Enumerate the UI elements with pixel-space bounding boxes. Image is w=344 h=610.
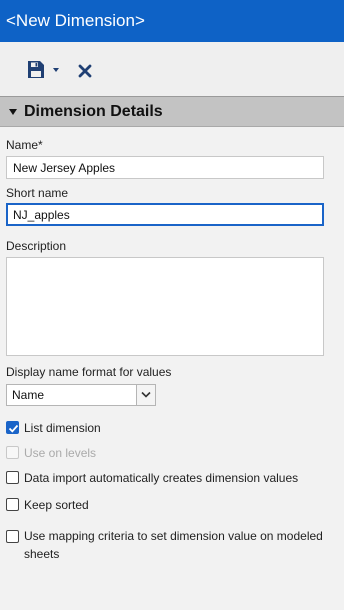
display-format-select[interactable]: Name	[6, 384, 156, 406]
toolbar	[0, 42, 344, 96]
caret-down-icon[interactable]	[53, 68, 59, 72]
checkbox-checked-icon[interactable]	[6, 421, 19, 434]
close-button[interactable]	[77, 63, 93, 79]
save-icon	[28, 61, 44, 78]
checkbox-icon[interactable]	[6, 446, 19, 459]
checkbox-label: Use mapping criteria to set dimension va…	[24, 529, 323, 561]
short-name-label: Short name	[6, 186, 69, 200]
checkbox-label: List dimension	[24, 421, 101, 435]
section-title: Dimension Details	[24, 103, 163, 120]
chevron-down-icon	[141, 391, 151, 398]
checkbox-keep-sorted[interactable]: Keep sorted	[6, 498, 336, 514]
collapse-triangle-icon	[9, 109, 17, 115]
checkbox-icon[interactable]	[6, 471, 19, 484]
dropdown-button[interactable]	[136, 385, 155, 405]
checkbox-label: Keep sorted	[24, 498, 89, 512]
checkbox-use-on-levels[interactable]: Use on levels	[6, 446, 336, 462]
name-label: Name*	[6, 138, 43, 152]
checkbox-label: Use on levels	[24, 446, 97, 460]
display-format-label: Display name format for values	[6, 365, 172, 379]
checkbox-data-import[interactable]: Data import automatically creates dimens…	[6, 471, 336, 487]
checkbox-use-mapping-criteria[interactable]: Use mapping criteria to set dimension va…	[6, 529, 336, 566]
name-field[interactable]	[6, 156, 324, 179]
checkbox-list-dimension[interactable]: List dimension	[6, 421, 336, 437]
description-textarea[interactable]	[6, 257, 324, 356]
checkbox-icon[interactable]	[6, 498, 19, 511]
section-header-dimension-details[interactable]: Dimension Details	[0, 96, 344, 127]
close-icon	[78, 64, 92, 78]
description-label: Description	[6, 239, 67, 253]
checkbox-label: Data import automatically creates dimens…	[24, 471, 299, 485]
checkbox-icon[interactable]	[6, 530, 19, 543]
window-title: <New Dimension>	[0, 0, 344, 42]
short-name-field[interactable]	[6, 203, 324, 226]
save-button[interactable]	[26, 60, 60, 82]
display-format-value: Name	[12, 388, 45, 402]
